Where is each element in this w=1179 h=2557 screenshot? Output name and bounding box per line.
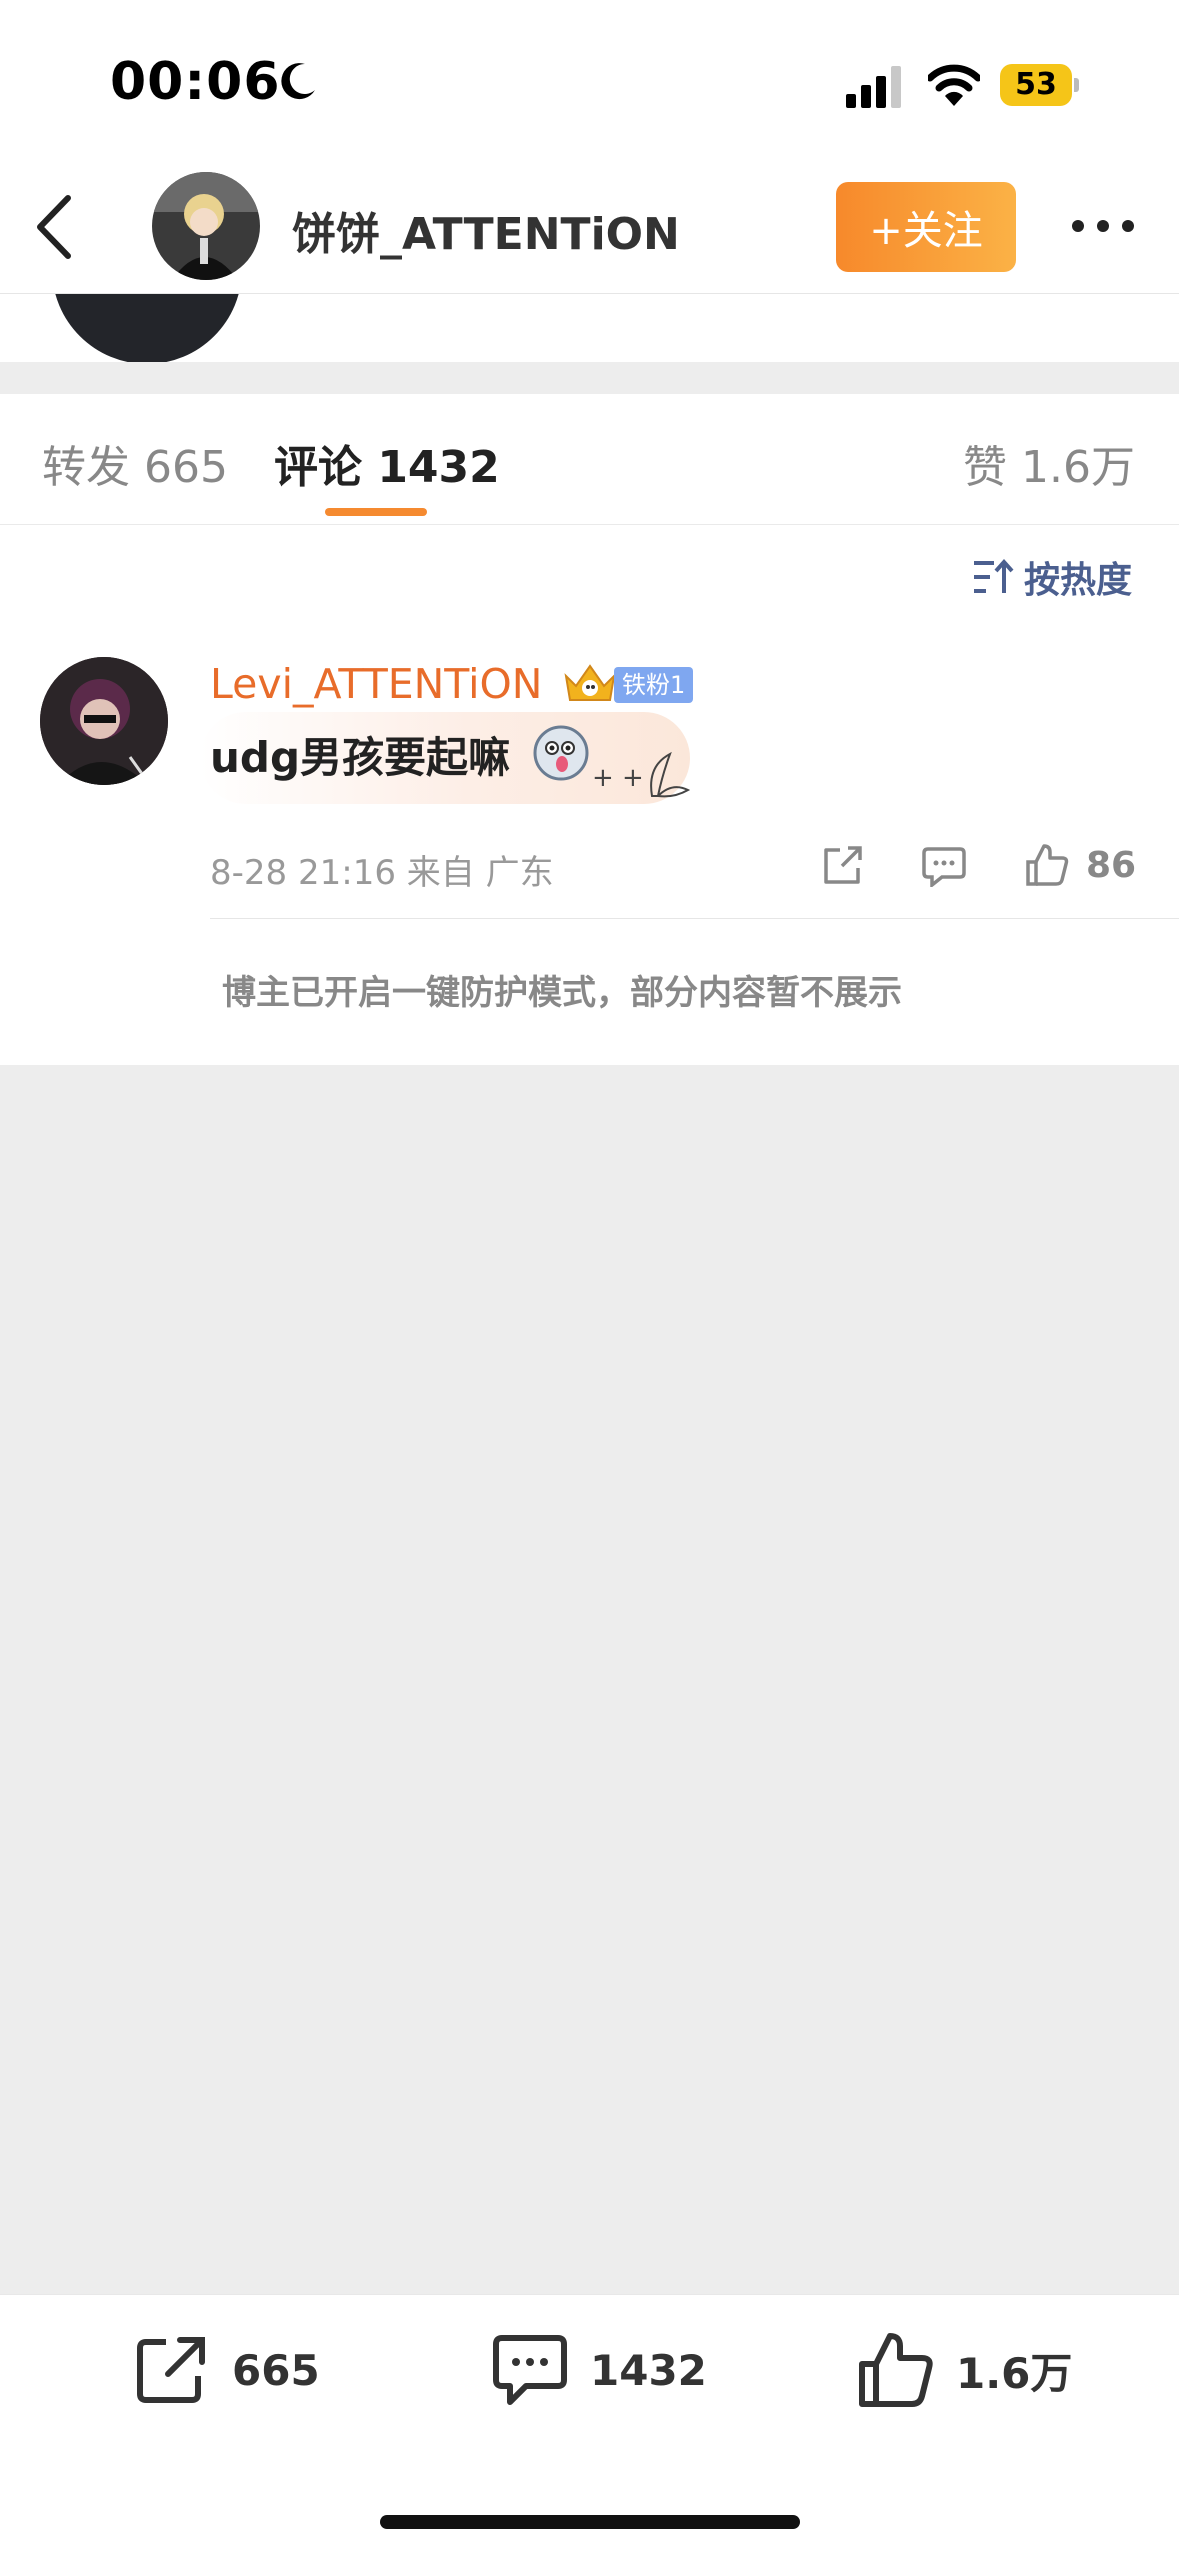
share-icon[interactable]	[820, 842, 866, 888]
back-arrow-icon[interactable]	[30, 192, 80, 262]
wifi-icon	[928, 64, 980, 106]
post-image	[52, 294, 242, 362]
comment-meta: 8-28 21:16 来自 广东	[210, 853, 554, 893]
comment-icon	[493, 2335, 567, 2405]
sort-label: 按热度	[1024, 560, 1133, 601]
like-button[interactable]: 1.6万	[856, 2330, 1072, 2410]
commenter-name[interactable]: Levi_ATTENTiON	[210, 660, 542, 708]
author-name[interactable]: 饼饼_ATTENTiON	[292, 198, 680, 262]
protection-mode-notice: 博主已开启一键防护模式，部分内容暂不展示	[222, 973, 902, 1013]
interaction-tabs: 转发 665 评论 1432 赞 1.6万	[0, 394, 1179, 525]
comment-text[interactable]: udg男孩要起嘛	[210, 724, 510, 785]
like-thumb-icon[interactable]	[1024, 842, 1070, 888]
tab-likes[interactable]: 赞 1.6万	[963, 431, 1135, 495]
fan-crown-icon	[564, 664, 616, 701]
tab-repost[interactable]: 转发 665	[42, 431, 228, 495]
like-icon	[859, 2333, 933, 2407]
like-count-total: 1.6万	[956, 2348, 1073, 2398]
comment-button[interactable]: 1432	[490, 2330, 707, 2410]
status-time: 00:06	[110, 52, 281, 112]
author-avatar[interactable]	[152, 172, 260, 280]
active-tab-indicator	[325, 508, 427, 516]
battery-indicator: 53	[1000, 64, 1080, 106]
divider	[210, 918, 1179, 919]
sort-by-hot-button[interactable]: 按热度	[972, 552, 1132, 602]
sort-icon	[974, 558, 1014, 593]
moon-icon	[281, 63, 315, 100]
butterfly-decoration-icon: + +	[592, 751, 691, 798]
follow-button[interactable]: +关注	[836, 182, 1016, 272]
comment-like-count: 86	[1086, 845, 1137, 886]
repost-count: 665	[232, 2345, 320, 2395]
more-options-icon[interactable]	[1068, 214, 1138, 238]
repost-button[interactable]: 665	[132, 2330, 320, 2410]
post-content-strip	[0, 294, 1179, 362]
dog-emoji-icon	[533, 725, 589, 781]
svg-text:+ +: + +	[592, 763, 644, 793]
home-indicator[interactable]	[380, 2515, 800, 2529]
reply-comment-icon[interactable]	[922, 845, 966, 887]
tab-comments[interactable]: 评论 1432	[274, 431, 500, 495]
commenter-avatar[interactable]	[40, 657, 168, 785]
repost-icon	[137, 2337, 205, 2403]
fan-level-badge: 铁粉1	[614, 667, 694, 703]
comment-count: 1432	[590, 2345, 707, 2395]
battery-level: 53	[1015, 67, 1057, 102]
cellular-signal-icon	[846, 66, 901, 108]
